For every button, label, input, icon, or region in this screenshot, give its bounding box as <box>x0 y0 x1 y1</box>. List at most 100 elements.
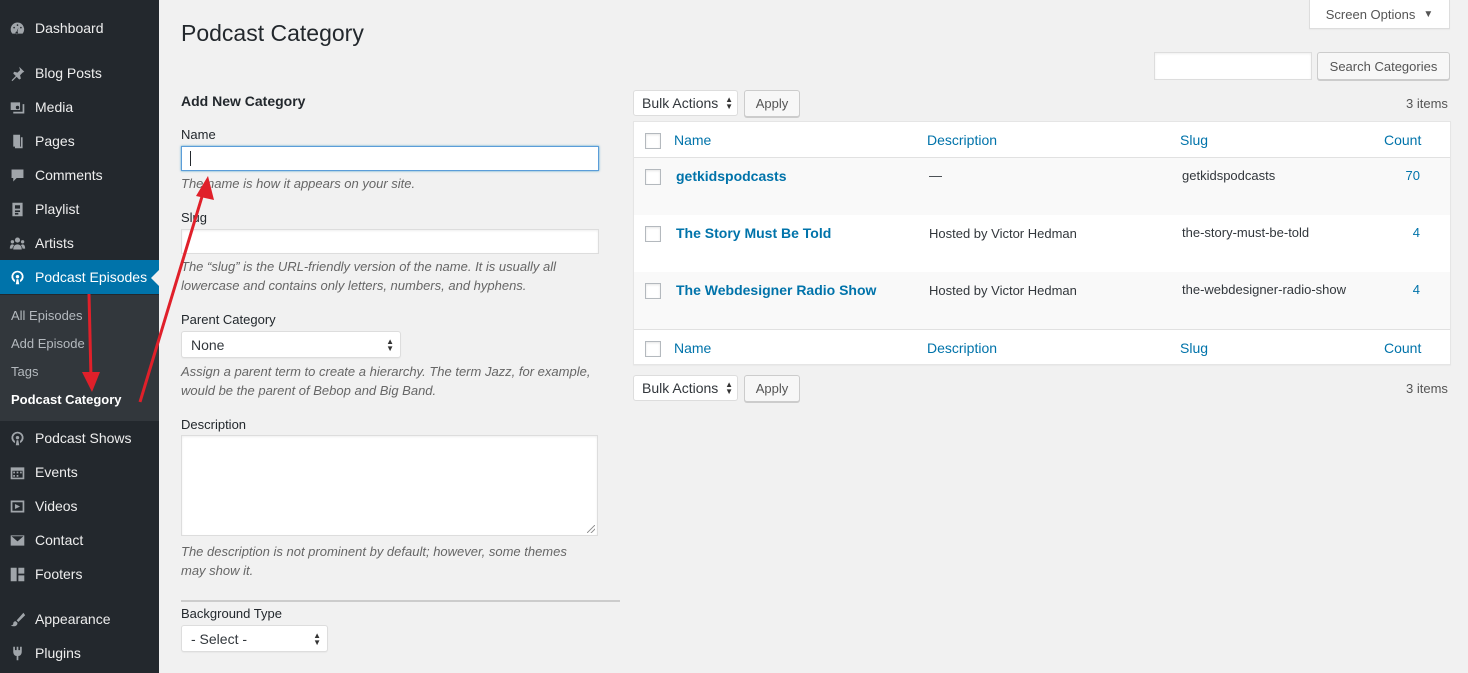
video-icon <box>7 496 27 516</box>
menu-item-label: Videos <box>35 498 78 514</box>
menu-item-blog-posts[interactable]: Blog Posts <box>0 56 159 90</box>
comment-icon <box>7 165 27 185</box>
column-count[interactable]: Count <box>1384 340 1421 356</box>
text-cursor <box>190 151 191 166</box>
select-all-checkbox[interactable] <box>645 133 661 149</box>
row-name-link[interactable]: The Story Must Be Told <box>676 225 831 241</box>
table-header: Name Description Slug Count <box>634 122 1450 158</box>
row-count-link[interactable]: 70 <box>1390 168 1420 183</box>
bulk-actions-select-bottom[interactable]: Bulk Actions ▲ ▼ <box>633 375 738 401</box>
menu-item-label: Podcast Episodes <box>35 269 148 285</box>
select-arrows-icon: ▲ ▼ <box>386 336 394 353</box>
parent-help-line-2: would be the parent of Bebop and Big Ban… <box>181 383 437 398</box>
background-type-label: Background Type <box>181 606 282 621</box>
slug-label: Slug <box>181 210 208 225</box>
apply-button-top[interactable]: Apply <box>744 90 800 117</box>
table-row: getkidspodcasts — getkidspodcasts 70 <box>634 158 1450 215</box>
email-icon <box>7 530 27 550</box>
background-type-select[interactable]: - Select - ▲ ▼ <box>181 625 328 652</box>
bulk-actions-select-top[interactable]: Bulk Actions ▲ ▼ <box>633 90 738 116</box>
menu-item-label: Playlist <box>35 201 80 217</box>
name-input[interactable] <box>181 146 599 171</box>
row-slug: the-story-must-be-told <box>1182 225 1310 240</box>
select-arrows-icon: ▲ ▼ <box>313 630 321 647</box>
menu-item-appearance[interactable]: Appearance <box>0 602 159 636</box>
row-name-link[interactable]: The Webdesigner Radio Show <box>676 282 876 298</box>
add-new-category-heading: Add New Category <box>181 93 306 109</box>
page-title: Podcast Category <box>181 20 364 46</box>
parent-category-label: Parent Category <box>181 312 276 327</box>
menu-item-artists[interactable]: Artists <box>0 226 159 260</box>
menu-item-events[interactable]: Events <box>0 455 159 489</box>
slug-help-line-1: The “slug” is the URL-friendly version o… <box>181 259 556 274</box>
menu-item-podcast-shows[interactable]: Podcast Shows <box>0 421 159 455</box>
submenu-podcast-category[interactable]: Podcast Category <box>11 392 122 407</box>
menu-item-label: Media <box>35 99 74 115</box>
parent-category-value: None <box>191 336 225 353</box>
background-type-value: - Select - <box>191 630 248 647</box>
name-help-text: The name is how it appears on your site. <box>181 176 416 191</box>
row-name-link[interactable]: getkidspodcasts <box>676 168 786 184</box>
menu-item-media[interactable]: Media <box>0 90 159 124</box>
name-label: Name <box>181 127 216 142</box>
menu-item-plugins[interactable]: Plugins <box>0 636 159 670</box>
slug-help-line-2: lowercase and contains only letters, num… <box>181 278 527 293</box>
menu-item-videos[interactable]: Videos <box>0 489 159 523</box>
column-description[interactable]: Description <box>927 132 997 148</box>
menu-item-label: Podcast Shows <box>35 430 132 446</box>
podcast-icon <box>7 267 27 287</box>
screen-options-button[interactable]: Screen Options ▼ <box>1309 0 1450 29</box>
row-checkbox[interactable] <box>645 226 661 242</box>
menu-item-pages[interactable]: Pages <box>0 124 159 158</box>
screen-options-label: Screen Options <box>1325 6 1416 22</box>
row-slug: the-webdesigner-radio-show <box>1182 282 1347 297</box>
plugin-icon <box>7 643 27 663</box>
calendar-icon <box>7 462 27 482</box>
column-description[interactable]: Description <box>927 340 997 356</box>
items-count-bottom: 3 items <box>1406 381 1448 396</box>
podcast-icon <box>7 428 27 448</box>
row-description: Hosted by Victor Hedman <box>929 283 1077 298</box>
description-help-line-2: may show it. <box>181 563 254 578</box>
select-all-checkbox-footer[interactable] <box>645 341 661 357</box>
submenu-tags[interactable]: Tags <box>11 364 38 379</box>
bulk-actions-label: Bulk Actions <box>642 95 719 111</box>
playlist-icon <box>7 199 27 219</box>
slug-input[interactable] <box>181 229 599 254</box>
form-divider <box>181 600 620 602</box>
column-slug[interactable]: Slug <box>1180 132 1208 148</box>
apply-button-bottom[interactable]: Apply <box>744 375 800 402</box>
table-row: The Story Must Be Told Hosted by Victor … <box>634 215 1450 272</box>
row-count-link[interactable]: 4 <box>1390 225 1420 240</box>
pin-icon <box>7 63 27 83</box>
row-count-link[interactable]: 4 <box>1390 282 1420 297</box>
column-name[interactable]: Name <box>674 340 711 356</box>
menu-item-comments[interactable]: Comments <box>0 158 159 192</box>
menu-item-playlist[interactable]: Playlist <box>0 192 159 226</box>
menu-item-dashboard[interactable]: Dashboard <box>0 11 159 45</box>
groups-icon <box>7 233 27 253</box>
select-arrows-icon: ▲ ▼ <box>725 380 733 396</box>
menu-item-footers[interactable]: Footers <box>0 557 159 591</box>
description-textarea[interactable] <box>181 435 598 536</box>
caret-down-icon: ▼ <box>1423 8 1434 20</box>
row-slug: getkidspodcasts <box>1182 168 1276 183</box>
submenu-all-episodes[interactable]: All Episodes <box>11 308 83 323</box>
bulk-actions-label: Bulk Actions <box>642 380 719 396</box>
resize-grip-icon[interactable] <box>587 525 595 533</box>
parent-category-select[interactable]: None ▲ ▼ <box>181 331 401 358</box>
submenu-add-episode[interactable]: Add Episode <box>11 336 85 351</box>
column-count[interactable]: Count <box>1384 132 1421 148</box>
row-checkbox[interactable] <box>645 283 661 299</box>
search-categories-button[interactable]: Search Categories <box>1317 52 1450 80</box>
brush-icon <box>7 609 27 629</box>
menu-item-label: Artists <box>35 235 74 251</box>
column-slug[interactable]: Slug <box>1180 340 1208 356</box>
row-checkbox[interactable] <box>645 169 661 185</box>
search-input[interactable] <box>1154 52 1312 80</box>
menu-item-contact[interactable]: Contact <box>0 523 159 557</box>
podcast-episodes-submenu: All Episodes Add Episode Tags Podcast Ca… <box>0 295 159 421</box>
menu-item-podcast-episodes[interactable]: Podcast Episodes <box>0 260 159 294</box>
table-row: The Webdesigner Radio Show Hosted by Vic… <box>634 272 1450 329</box>
column-name[interactable]: Name <box>674 132 711 148</box>
